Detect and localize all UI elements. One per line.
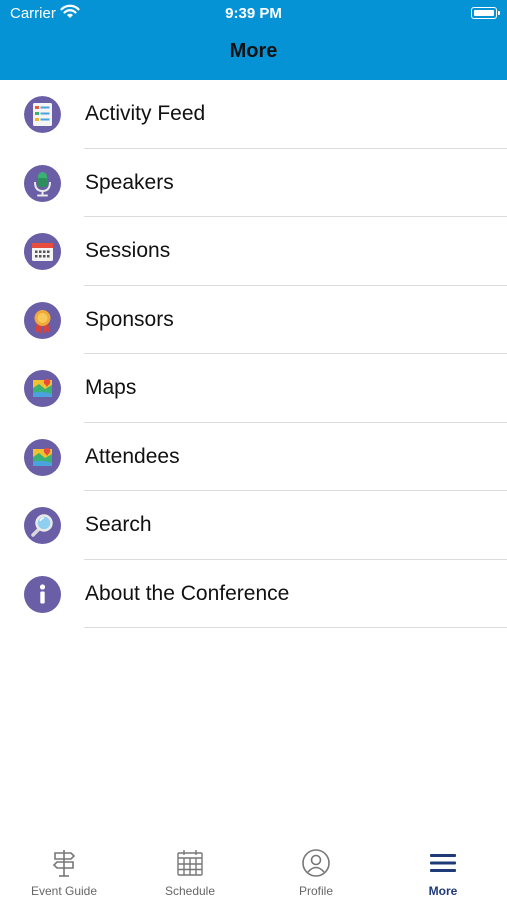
activity-feed-icon [24, 96, 61, 133]
menu-item-speakers[interactable]: Speakers [0, 149, 507, 217]
tab-event-guide[interactable]: Event Guide [1, 834, 127, 900]
attendees-map-icon [24, 438, 61, 476]
map-icon [24, 370, 61, 407]
calendar-icon [24, 233, 61, 270]
divider [84, 627, 507, 628]
tab-profile[interactable]: Profile [253, 834, 379, 900]
menu-item-label: Speakers [85, 170, 174, 194]
menu-item-label: Attendees [85, 444, 180, 468]
menu-item-label: Search [85, 513, 152, 536]
menu-item-label: Sponsors [85, 307, 174, 331]
menu-item-activity-feed[interactable]: Activity Feed [0, 80, 507, 149]
hamburger-menu-icon [429, 848, 457, 883]
clock: 9:39 PM [225, 5, 282, 22]
menu-item-maps[interactable]: Maps [0, 354, 507, 423]
menu-item-label: Sessions [85, 239, 171, 262]
menu-item-attendees[interactable]: Attendees [0, 423, 507, 491]
tab-schedule[interactable]: Schedule [127, 834, 253, 900]
menu-item-label: Activity Feed [85, 102, 206, 125]
tab-bar: Event Guide Schedule Profile More [0, 834, 507, 900]
menu-item-sessions[interactable]: Sessions [0, 217, 507, 286]
award-ribbon-icon [24, 301, 61, 339]
menu-item-label: Maps [85, 376, 137, 399]
calendar-grid-icon [176, 848, 204, 883]
tab-label: More [428, 884, 458, 898]
tab-more[interactable]: More [380, 834, 506, 900]
status-bar: Carrier 9:39 PM [0, 0, 507, 28]
menu-item-label: About the Conference [85, 581, 290, 605]
more-menu-list: Activity Feed Speakers Sessions Sponsors… [0, 80, 507, 628]
microphone-icon [24, 164, 61, 202]
user-circle-icon [301, 848, 331, 883]
page-title: More [229, 40, 278, 62]
battery-icon [471, 7, 500, 19]
header-bar: Carrier 9:39 PM More [0, 0, 507, 80]
signpost-icon [50, 848, 78, 883]
menu-item-sponsors[interactable]: Sponsors [0, 286, 507, 354]
tab-label: Schedule [164, 884, 216, 898]
magnifier-icon [24, 507, 61, 544]
menu-item-search[interactable]: Search [0, 491, 507, 560]
info-icon [24, 575, 61, 613]
tab-label: Profile [298, 884, 333, 898]
tab-label: Event Guide [30, 884, 98, 898]
menu-item-about-the-conference[interactable]: About the Conference [0, 560, 507, 628]
